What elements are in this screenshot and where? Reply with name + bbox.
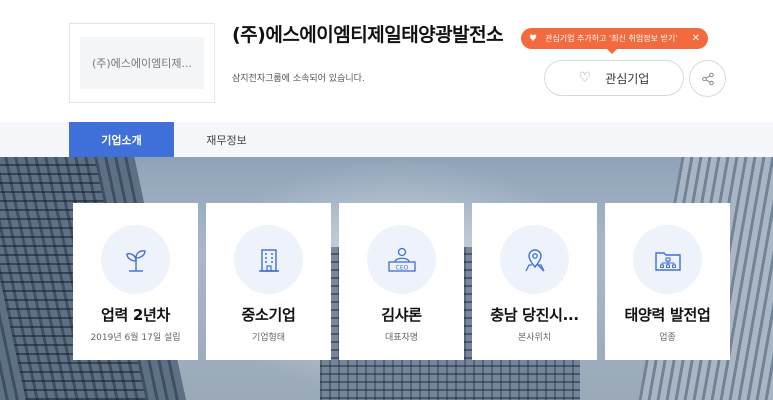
sprout-icon: [125, 249, 146, 272]
heart-icon: ♥: [529, 33, 538, 44]
card-business-age: 업력 2년차 2019년 6월 17일 설립: [73, 203, 198, 360]
icon-circle: [633, 225, 702, 294]
company-header: (주)에스에이엠티제... (주)에스에이엠티제일태양광발전소 삼지전자그룹에 …: [0, 0, 773, 122]
tab-company-intro[interactable]: 기업소개: [69, 122, 174, 157]
close-icon[interactable]: ✕: [692, 33, 700, 44]
share-icon: [701, 72, 714, 85]
favorite-button[interactable]: ♡ 관심기업: [544, 60, 684, 96]
icon-circle: [500, 225, 569, 294]
ceo-icon-text: CEO: [395, 264, 408, 271]
icon-circle: [101, 225, 170, 294]
favorite-button-label: 관심기업: [605, 71, 650, 86]
map-pin-icon: [524, 248, 545, 271]
tooltip-text: 관심기업 추가하고 '최신 취업정보 받기': [545, 34, 678, 43]
card-label: 업종: [659, 333, 676, 343]
folder-org-icon: [654, 251, 681, 271]
card-company-type: 중소기업 기업형태: [206, 203, 331, 360]
share-button[interactable]: [689, 60, 726, 97]
card-value: 중소기업: [241, 306, 296, 324]
card-value: 충남 당진시...: [490, 306, 579, 324]
card-label: 본사위치: [517, 333, 552, 343]
favorite-tooltip[interactable]: ♥ 관심기업 추가하고 '최신 취업정보 받기' ✕: [521, 28, 708, 54]
card-ceo: CEO 김샤론 대표자명: [339, 203, 464, 360]
card-value: 김샤론: [381, 306, 422, 324]
company-logo: (주)에스에이엠티제...: [69, 23, 215, 103]
card-label: 2019년 6월 17일 설립: [90, 333, 181, 343]
card-label: 대표자명: [384, 333, 419, 343]
card-label: 기업형태: [251, 333, 286, 343]
company-summary-cards: 업력 2년차 2019년 6월 17일 설립 중소기업 기업형태 CEO 김샤론…: [73, 203, 730, 360]
heart-outline-icon: ♡: [578, 70, 592, 86]
card-industry: 태양력 발전업 업종: [605, 203, 730, 360]
ceo-icon: CEO: [387, 247, 416, 272]
company-logo-text: (주)에스에이엠티제...: [80, 37, 204, 89]
company-name: (주)에스에이엠티제일태양광발전소: [232, 24, 504, 46]
tab-bar: 기업소개 재무정보: [0, 122, 773, 157]
tab-financial-info[interactable]: 재무정보: [174, 122, 279, 157]
card-location: 충남 당진시... 본사위치: [472, 203, 597, 360]
icon-circle: CEO: [367, 225, 436, 294]
card-value: 태양력 발전업: [624, 306, 711, 324]
building-icon: [258, 248, 279, 272]
company-subtitle: 삼지전자그룹에 소속되어 있습니다.: [232, 74, 365, 84]
card-value: 업력 2년차: [100, 306, 171, 324]
icon-circle: [234, 225, 303, 294]
